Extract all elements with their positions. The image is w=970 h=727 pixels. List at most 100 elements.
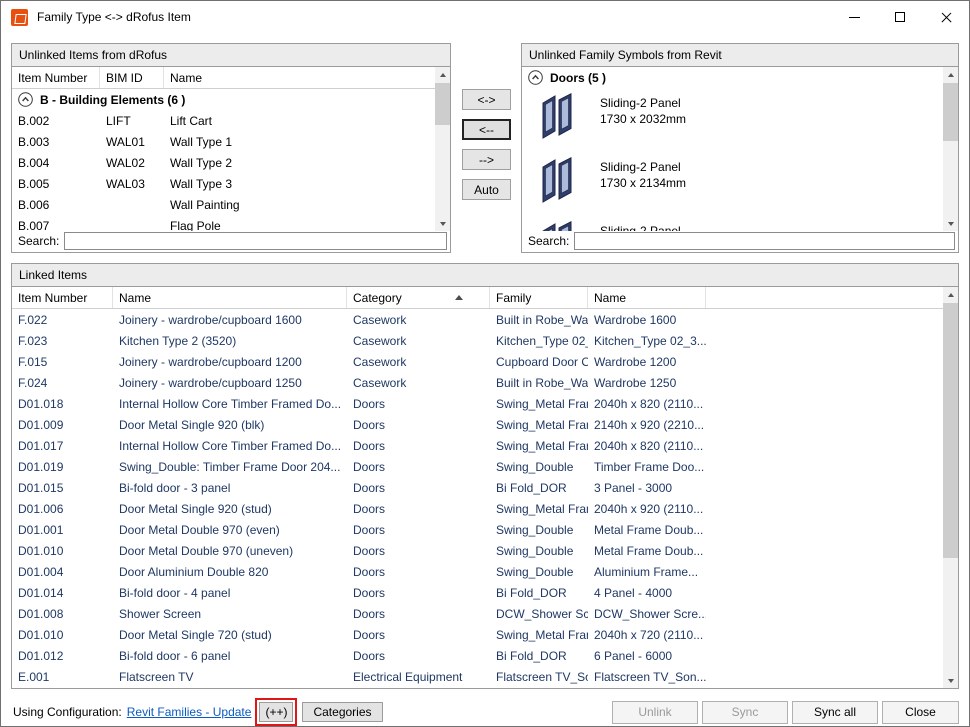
- unlinked-item-row[interactable]: B.004WAL02Wall Type 2: [12, 152, 435, 173]
- group-row-building-elements[interactable]: B - Building Elements (6 ): [12, 89, 435, 110]
- scroll-down-icon[interactable]: [943, 216, 958, 231]
- cell-category: Doors: [347, 418, 490, 432]
- cell-name: Bi-fold door - 6 panel: [113, 649, 347, 663]
- family-symbol-item[interactable]: Sliding-2 Panel1730 x 2134mm: [522, 152, 943, 216]
- linked-item-row[interactable]: F.022Joinery - wardrobe/cupboard 1600Cas…: [12, 309, 943, 330]
- column-header-type-name[interactable]: Name: [588, 287, 706, 308]
- unlinked-item-row[interactable]: B.002LIFTLift Cart: [12, 110, 435, 131]
- linked-item-row[interactable]: F.015Joinery - wardrobe/cupboard 1200Cas…: [12, 351, 943, 372]
- cell-name: Door Metal Single 920 (blk): [113, 418, 347, 432]
- cell-item-number: D01.004: [12, 565, 113, 579]
- linked-item-row[interactable]: D01.018Internal Hollow Core Timber Frame…: [12, 393, 943, 414]
- scroll-up-icon[interactable]: [943, 67, 958, 82]
- linked-item-row[interactable]: D01.001Door Metal Double 970 (even)Doors…: [12, 519, 943, 540]
- linked-item-row[interactable]: D01.014Bi-fold door - 4 panelDoorsBi Fol…: [12, 582, 943, 603]
- unlinked-item-row[interactable]: B.005WAL03Wall Type 3: [12, 173, 435, 194]
- group-label: B - Building Elements (6 ): [40, 93, 185, 107]
- unlinked-symbols-body: Doors (5 ) Sliding-2 Panel1730 x 2032mmS…: [522, 67, 943, 231]
- linked-items-scrollbar[interactable]: [943, 287, 958, 688]
- cell-item-number: D01.014: [12, 586, 113, 600]
- unlinked-item-row[interactable]: B.006Wall Painting: [12, 194, 435, 215]
- collapse-group-icon[interactable]: [18, 92, 33, 107]
- scroll-down-icon[interactable]: [435, 216, 450, 231]
- symbol-text: Sliding-2 Panel: [600, 221, 681, 231]
- column-header-bim-id[interactable]: BIM ID: [100, 67, 164, 88]
- scroll-up-icon[interactable]: [943, 287, 958, 302]
- unlinked-symbols-scrollbar[interactable]: [943, 67, 958, 231]
- link-both-button[interactable]: <->: [462, 89, 511, 110]
- scroll-down-icon[interactable]: [943, 673, 958, 688]
- footer-action-buttons: Unlink Sync Sync all Close: [612, 701, 959, 724]
- unlinked-item-row[interactable]: B.007Flag Pole: [12, 215, 435, 231]
- cell-bim-id: WAL02: [100, 156, 164, 170]
- cell-category: Doors: [347, 607, 490, 621]
- column-header-category[interactable]: Category: [347, 287, 490, 308]
- cell-family: Bi Fold_DOR: [490, 586, 588, 600]
- link-left-button[interactable]: <--: [462, 119, 511, 140]
- cell-name: Door Metal Single 720 (stud): [113, 628, 347, 642]
- close-dialog-button[interactable]: Close: [882, 701, 959, 724]
- group-row-doors[interactable]: Doors (5 ): [522, 67, 943, 88]
- cell-category: Doors: [347, 502, 490, 516]
- scrollbar-thumb[interactable]: [435, 83, 450, 125]
- link-right-button[interactable]: -->: [462, 149, 511, 170]
- linked-item-row[interactable]: D01.012Bi-fold door - 6 panelDoorsBi Fol…: [12, 645, 943, 666]
- linked-item-row[interactable]: D01.009Door Metal Single 920 (blk)DoorsS…: [12, 414, 943, 435]
- scroll-up-icon[interactable]: [435, 67, 450, 82]
- cell-item-number: F.015: [12, 355, 113, 369]
- scrollbar-thumb[interactable]: [943, 303, 958, 558]
- categories-button[interactable]: Categories: [302, 702, 382, 722]
- unlinked-items-scrollbar[interactable]: [435, 67, 450, 231]
- group-label: Doors (5 ): [550, 71, 606, 85]
- add-config-button[interactable]: (++): [259, 702, 293, 722]
- sync-all-button[interactable]: Sync all: [792, 701, 878, 724]
- unlinked-symbols-search-input[interactable]: [574, 232, 955, 250]
- linked-item-row[interactable]: D01.015Bi-fold door - 3 panelDoorsBi Fol…: [12, 477, 943, 498]
- cell-category: Doors: [347, 397, 490, 411]
- linked-item-row[interactable]: D01.006Door Metal Single 920 (stud)Doors…: [12, 498, 943, 519]
- column-header-family[interactable]: Family: [490, 287, 588, 308]
- linked-item-row[interactable]: D01.019Swing_Double: Timber Frame Door 2…: [12, 456, 943, 477]
- sync-button[interactable]: Sync: [702, 701, 788, 724]
- cell-category: Casework: [347, 334, 490, 348]
- maximize-button[interactable]: [877, 1, 923, 33]
- cell-type-name: Metal Frame Doub...: [588, 523, 706, 537]
- cell-item-number: F.022: [12, 313, 113, 327]
- column-header-name[interactable]: Name: [113, 287, 347, 308]
- linked-item-row[interactable]: D01.010Door Metal Double 970 (uneven)Doo…: [12, 540, 943, 561]
- cell-item-number: D01.006: [12, 502, 113, 516]
- linked-item-row[interactable]: D01.010Door Metal Single 720 (stud)Doors…: [12, 624, 943, 645]
- footer-bar: Using Configuration: Revit Families - Up…: [1, 696, 970, 727]
- family-symbol-item[interactable]: Sliding-2 Panel: [522, 216, 943, 231]
- door-type-icon: [539, 157, 577, 203]
- cell-family: Swing_Metal Fram...: [490, 439, 588, 453]
- column-header-item-number[interactable]: Item Number: [12, 67, 100, 88]
- title-bar: Family Type <-> dRofus Item: [1, 1, 969, 33]
- cell-type-name: 2140h x 920 (2210...: [588, 418, 706, 432]
- minimize-button[interactable]: [831, 1, 877, 33]
- scrollbar-thumb[interactable]: [943, 83, 958, 141]
- linked-item-row[interactable]: D01.008Shower ScreenDoorsDCW_Shower Scre…: [12, 603, 943, 624]
- family-symbol-item[interactable]: Sliding-2 Panel1730 x 2032mm: [522, 88, 943, 152]
- unlinked-item-row[interactable]: B.003WAL01Wall Type 1: [12, 131, 435, 152]
- cell-item-number: B.003: [12, 135, 100, 149]
- search-label: Search:: [528, 234, 569, 248]
- app-icon: [11, 9, 28, 26]
- column-header-name[interactable]: Name: [164, 67, 435, 88]
- linked-item-row[interactable]: F.024Joinery - wardrobe/cupboard 1250Cas…: [12, 372, 943, 393]
- linked-item-row[interactable]: D01.017Internal Hollow Core Timber Frame…: [12, 435, 943, 456]
- column-header-item-number[interactable]: Item Number: [12, 287, 113, 308]
- unlinked-symbols-search-row: Search:: [522, 231, 958, 252]
- cell-name: Flag Pole: [164, 219, 435, 232]
- linked-item-row[interactable]: F.023Kitchen Type 2 (3520)CaseworkKitche…: [12, 330, 943, 351]
- linked-item-row[interactable]: D01.004Door Aluminium Double 820DoorsSwi…: [12, 561, 943, 582]
- config-link[interactable]: Revit Families - Update: [127, 705, 252, 719]
- auto-link-button[interactable]: Auto: [462, 179, 511, 200]
- cell-type-name: Kitchen_Type 02_3...: [588, 334, 706, 348]
- linked-item-row[interactable]: E.001Flatscreen TVElectrical EquipmentFl…: [12, 666, 943, 687]
- close-button[interactable]: [923, 1, 969, 33]
- unlink-button[interactable]: Unlink: [612, 701, 698, 724]
- unlinked-items-search-input[interactable]: [64, 232, 447, 250]
- collapse-group-icon[interactable]: [528, 70, 543, 85]
- cell-category: Casework: [347, 355, 490, 369]
